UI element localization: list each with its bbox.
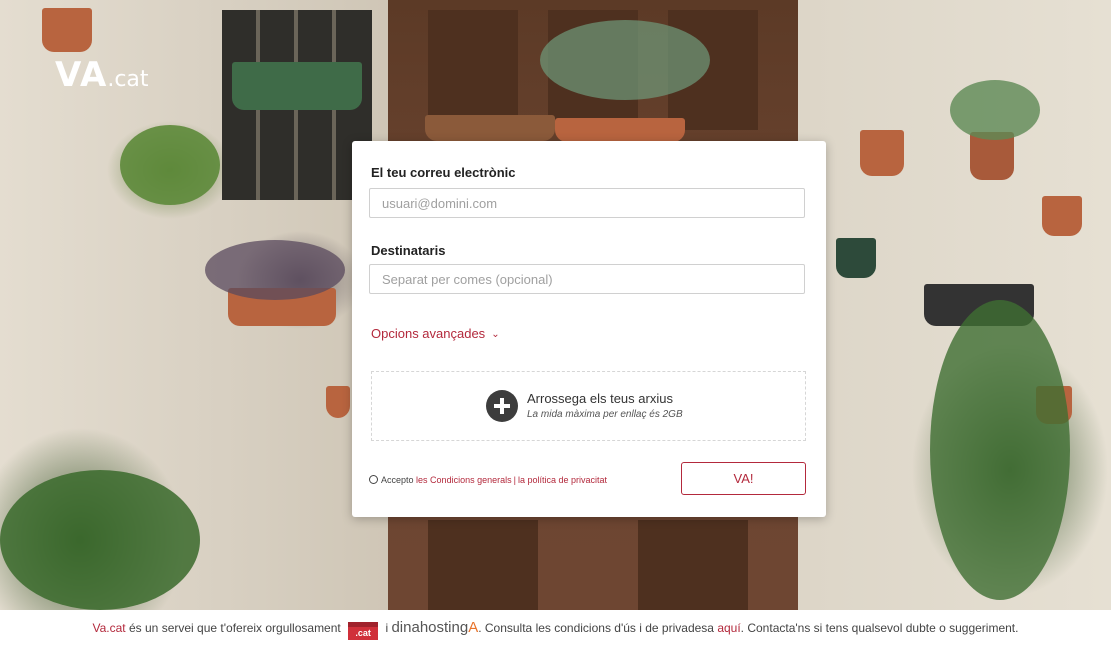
advanced-options-label: Opcions avançades [371,326,486,341]
submit-button[interactable]: VA! [681,462,806,495]
link-separator: | [513,475,516,485]
site-link[interactable]: Va.cat [93,621,126,635]
terms-acceptance: Accepto les Condicions generals | la polít… [369,475,607,485]
recipients-input[interactable] [369,264,805,294]
partner-mark: A [468,619,479,636]
accept-text: Accepto [381,475,414,485]
recipients-label: Destinataris [371,243,446,258]
email-label: El teu correu electrònic [371,165,516,180]
partner-name[interactable]: dinahosting [391,619,468,636]
dropzone-title: Arrossega els teus arxius [527,391,673,406]
email-input[interactable] [369,188,805,218]
footer: Va.cat és un servei que t'ofereix orgull… [0,610,1111,642]
upload-form: El teu correu electrònic Destinataris Op… [352,141,826,517]
here-link[interactable]: aquí [717,621,740,635]
radio-icon[interactable] [369,475,378,484]
chevron-down-icon: ⌄ [491,329,500,340]
badge-text: .cat [355,628,371,638]
logo[interactable]: VA.cat [55,55,149,95]
footer-text-3: . Consulta les condicions d'ús i de priv… [478,621,714,635]
fundacio-cat-badge[interactable]: .cat [348,622,379,640]
privacy-link[interactable]: la política de privacitat [518,475,607,485]
dropzone-subtitle: La mida màxima per enllaç és 2GB [527,409,683,420]
footer-text-4: . Contacta'ns si tens qualsevol dubte o … [740,621,1019,635]
terms-link[interactable]: les Condicions generals [416,475,512,485]
advanced-options-toggle[interactable]: Opcions avançades ⌄ [371,326,500,341]
logo-suffix: .cat [107,67,149,92]
footer-text-1: és un servei que t'ofereix orgullosament [129,621,341,635]
plus-circle-icon[interactable] [486,390,518,422]
logo-main: VA [55,55,108,95]
footer-text-2: i [385,621,389,635]
file-dropzone[interactable]: Arrossega els teus arxius La mida màxima… [371,371,806,441]
